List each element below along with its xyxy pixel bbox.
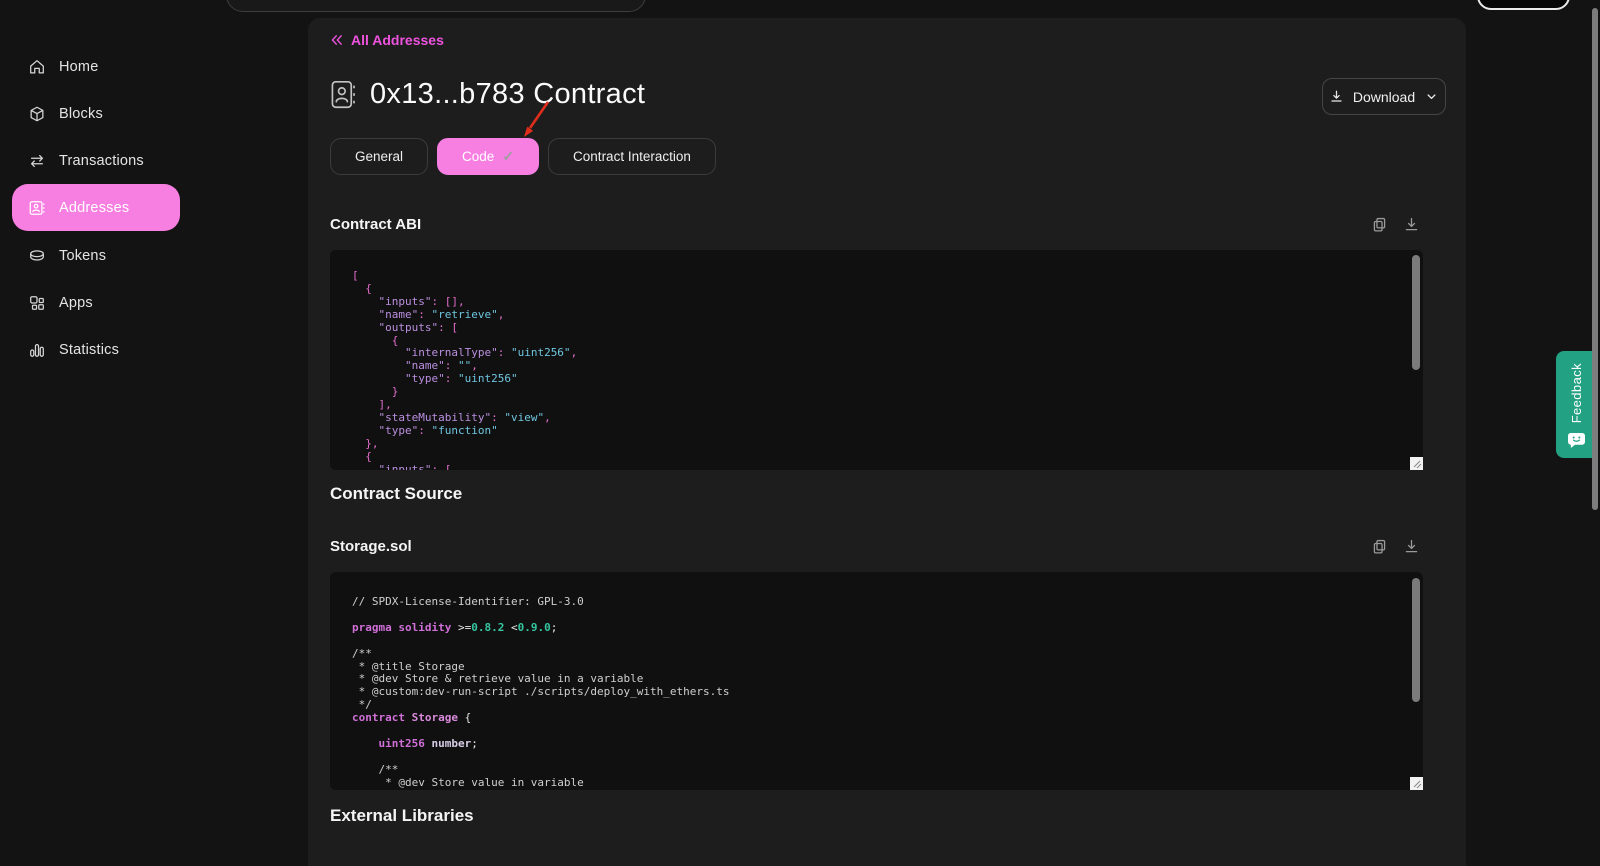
sidebar-item-label: Statistics: [59, 342, 119, 358]
sidebar-item-home[interactable]: Home: [12, 43, 180, 90]
download-button[interactable]: Download: [1322, 78, 1446, 115]
download-icon[interactable]: [1403, 538, 1420, 555]
storage-sol-code[interactable]: // SPDX-License-Identifier: GPL-3.0 prag…: [330, 572, 1423, 790]
contract-source-heading: Contract Source: [330, 484, 462, 504]
abi-actions: [1371, 216, 1420, 233]
external-libraries-heading: External Libraries: [330, 806, 474, 826]
page-title: 0x13...b783 Contract: [370, 78, 645, 111]
abi-code-content: [ { "inputs": [], "name": "retrieve", "o…: [330, 250, 1423, 470]
contract-abi-code[interactable]: [ { "inputs": [], "name": "retrieve", "o…: [330, 250, 1423, 470]
home-icon: [28, 58, 46, 76]
sidebar-item-label: Home: [59, 59, 98, 75]
source-file-heading: Storage.sol: [330, 538, 412, 555]
source-actions: [1371, 538, 1420, 555]
sidebar: Home Blocks Transactions Addresses Token…: [0, 0, 307, 866]
bar-chart-icon: [28, 341, 46, 359]
contact-card-icon: [28, 199, 46, 217]
sidebar-item-tokens[interactable]: Tokens: [12, 232, 180, 279]
sidebar-item-addresses[interactable]: Addresses: [12, 184, 180, 231]
back-to-all-addresses-link[interactable]: All Addresses: [330, 32, 444, 48]
copy-icon[interactable]: [1371, 216, 1388, 233]
sidebar-item-statistics[interactable]: Statistics: [12, 326, 180, 373]
sidebar-item-transactions[interactable]: Transactions: [12, 137, 180, 184]
tab-label: Contract Interaction: [573, 149, 691, 164]
feedback-button[interactable]: Feedback: [1556, 351, 1596, 458]
double-chevron-left-icon: [330, 33, 344, 47]
sidebar-item-label: Tokens: [59, 248, 106, 264]
sidebar-item-blocks[interactable]: Blocks: [12, 90, 180, 137]
download-icon: [1329, 89, 1344, 104]
coin-icon: [28, 247, 46, 265]
transfer-arrows-icon: [28, 152, 46, 170]
sidebar-item-apps[interactable]: Apps: [12, 279, 180, 326]
tab-general[interactable]: General: [330, 138, 428, 175]
download-icon[interactable]: [1403, 216, 1420, 233]
abi-scrollbar-thumb[interactable]: [1412, 255, 1420, 370]
cube-icon: [28, 105, 46, 123]
page-scrollbar[interactable]: [1592, 8, 1598, 510]
storage-sol-content: // SPDX-License-Identifier: GPL-3.0 prag…: [330, 572, 1423, 790]
app-root: Home Blocks Transactions Addresses Token…: [0, 0, 1600, 866]
sidebar-item-label: Apps: [59, 295, 93, 311]
chevron-down-icon: [1424, 89, 1439, 104]
abi-resize-grip[interactable]: [1410, 457, 1423, 470]
back-link-label: All Addresses: [351, 32, 444, 48]
feedback-label: Feedback: [1569, 363, 1584, 423]
sidebar-item-label: Addresses: [59, 200, 129, 216]
sidebar-item-label: Blocks: [59, 106, 103, 122]
source-scrollbar-thumb[interactable]: [1412, 578, 1420, 702]
tab-code[interactable]: Code ✓: [437, 138, 539, 175]
title-row: 0x13...b783 Contract: [330, 78, 645, 111]
tab-label: Code: [462, 149, 494, 164]
tab-bar: General Code ✓ Contract Interaction: [330, 138, 716, 175]
copy-icon[interactable]: [1371, 538, 1388, 555]
tab-contract-interaction[interactable]: Contract Interaction: [548, 138, 716, 175]
apps-grid-icon: [28, 294, 46, 312]
topbar-wallet-button[interactable]: [1477, 0, 1570, 10]
tab-label: General: [355, 149, 403, 164]
contract-abi-heading: Contract ABI: [330, 216, 421, 233]
feedback-chat-icon: [1567, 432, 1586, 449]
check-icon: ✓: [502, 148, 514, 165]
download-label: Download: [1353, 89, 1415, 105]
source-resize-grip[interactable]: [1410, 777, 1423, 790]
contract-card-icon: [330, 79, 357, 110]
sidebar-item-label: Transactions: [59, 153, 144, 169]
